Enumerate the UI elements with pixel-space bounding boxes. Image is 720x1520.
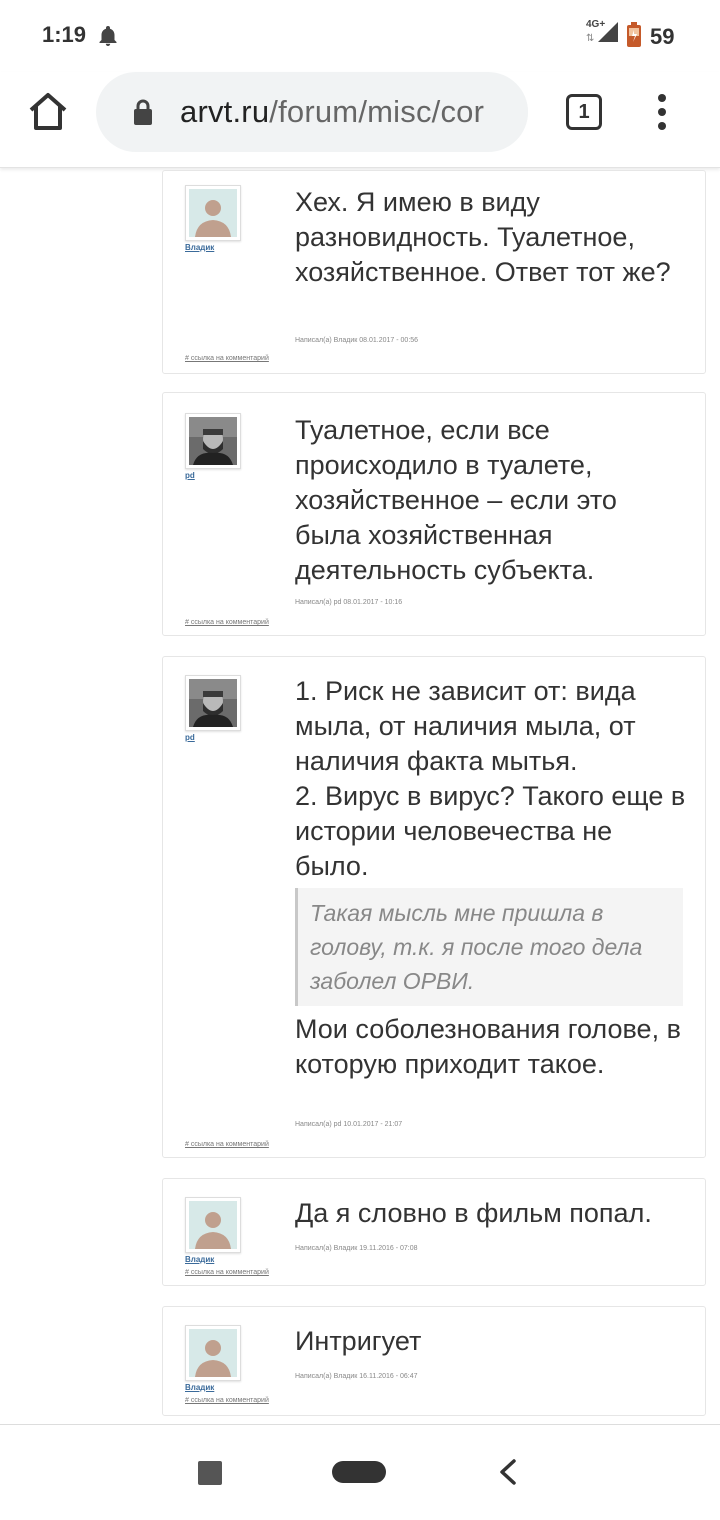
comment-paragraph: Да я словно в фильм попал. xyxy=(295,1198,652,1228)
comment-body: Интригует xyxy=(295,1324,687,1359)
comment-permalink[interactable]: # ссылка на комментарий xyxy=(185,355,269,362)
system-nav-bar xyxy=(0,1424,720,1520)
comment-permalink[interactable]: # ссылка на комментарий xyxy=(185,1141,269,1148)
menu-dot xyxy=(658,108,666,116)
comment-card: pd Туалетное, если все происходило в туа… xyxy=(162,392,706,636)
comment-paragraph: 2. Вирус в вирус? Такого еще в истории ч… xyxy=(295,781,686,881)
comment-body: Да я словно в фильм попал. xyxy=(295,1196,687,1231)
battery-percent: 59 xyxy=(650,24,675,49)
comment-meta: Написал(а) Владик 19.11.2016 - 07:08 xyxy=(295,1245,418,1252)
lock-icon xyxy=(134,99,152,125)
author-link[interactable]: Владик xyxy=(185,1255,214,1264)
comment-card: Владик Хех. Я имею в виду разновидность.… xyxy=(162,170,706,374)
url-bar[interactable]: arvt.ru/forum/misc/cor xyxy=(96,72,528,152)
recents-icon[interactable] xyxy=(198,1461,222,1485)
menu-icon[interactable] xyxy=(650,92,674,132)
back-icon[interactable] xyxy=(496,1457,520,1487)
comment-paragraph: Туалетное, если все происходило в туалет… xyxy=(295,415,617,585)
comment-paragraph: Мои соболезнования голове, в которую при… xyxy=(295,1014,681,1079)
url-fade xyxy=(502,72,528,152)
comment-meta: Написал(а) pd 10.01.2017 - 21:07 xyxy=(295,1121,403,1128)
comment-paragraph: 1. Риск не зависит от: вида мыла, от нал… xyxy=(295,676,636,776)
comment-body: 1. Риск не зависит от: вида мыла, от нал… xyxy=(295,674,687,1082)
data-arrows-icon: ⇅ xyxy=(586,33,595,44)
comment-meta: Написал(а) Владик 16.11.2016 - 06:47 xyxy=(295,1373,418,1380)
comment-paragraph: Интригует xyxy=(295,1326,422,1356)
comment-meta: Написал(а) pd 08.01.2017 - 10:16 xyxy=(295,599,403,606)
menu-dot xyxy=(658,122,666,130)
browser-toolbar: arvt.ru/forum/misc/cor 1 xyxy=(0,72,720,168)
comment-paragraph: Хех. Я имею в виду разновидность. Туалет… xyxy=(295,187,671,287)
photo-avatar-icon xyxy=(185,675,241,731)
comment-meta: Написал(а) Владик 08.01.2017 - 00:56 xyxy=(295,337,419,344)
default-avatar-icon xyxy=(185,185,241,241)
author-link[interactable]: pd xyxy=(185,471,195,480)
default-avatar-icon xyxy=(185,1325,241,1381)
author-link[interactable]: pd xyxy=(185,733,195,742)
status-bar: 1:19 4G+ ⇅ 59 xyxy=(0,0,720,72)
comment-card: Владик Да я словно в фильм попал. Написа… xyxy=(162,1178,706,1286)
comment-body: Туалетное, если все происходило в туалет… xyxy=(295,413,687,588)
comment-card: Владик Интригует Написал(а) Владик 16.11… xyxy=(162,1306,706,1416)
comment-permalink[interactable]: # ссылка на комментарий xyxy=(185,1269,269,1276)
bell-icon xyxy=(99,26,117,46)
url-text: arvt.ru/forum/misc/cor xyxy=(180,94,484,130)
comment-permalink[interactable]: # ссылка на комментарий xyxy=(185,619,269,626)
author-link[interactable]: Владик xyxy=(185,243,214,252)
battery-icon xyxy=(627,22,641,47)
home-icon[interactable] xyxy=(26,90,70,134)
url-domain: arvt.ru xyxy=(180,94,270,129)
comment-body: Хех. Я имею в виду разновидность. Туалет… xyxy=(295,185,687,290)
default-avatar-icon xyxy=(185,1197,241,1253)
comment-permalink[interactable]: # ссылка на комментарий xyxy=(185,1397,269,1404)
comment-quote: Такая мысль мне пришла в голову, т.к. я … xyxy=(295,888,683,1006)
comment-card: pd 1. Риск не зависит от: вида мыла, от … xyxy=(162,656,706,1158)
home-pill-icon[interactable] xyxy=(332,1461,386,1483)
author-link[interactable]: Владик xyxy=(185,1383,214,1392)
menu-dot xyxy=(658,94,666,102)
tabs-icon[interactable]: 1 xyxy=(566,94,602,130)
photo-avatar-icon xyxy=(185,413,241,469)
url-path: /forum/misc/cor xyxy=(269,94,485,129)
status-time: 1:19 xyxy=(42,22,87,47)
signal-icon xyxy=(598,22,618,42)
